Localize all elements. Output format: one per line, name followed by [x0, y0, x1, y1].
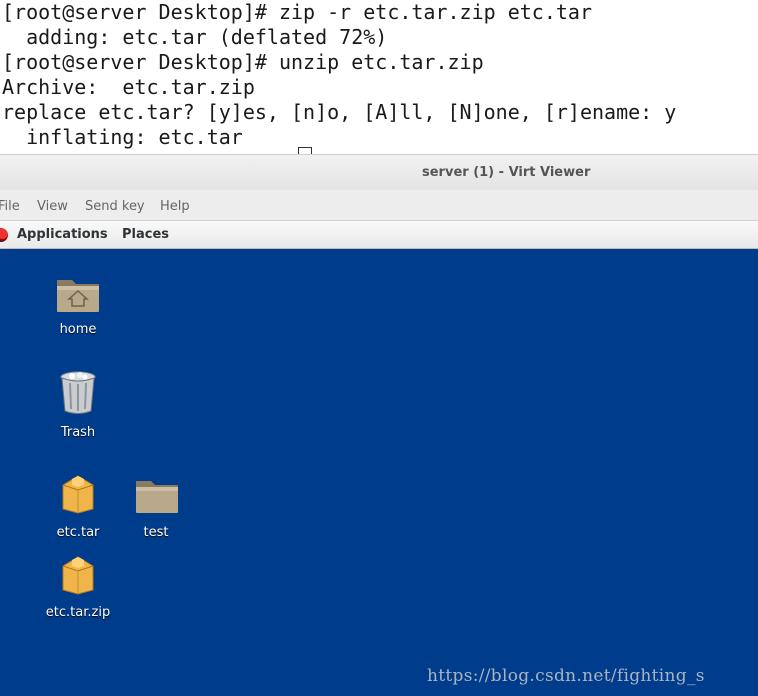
window-titlebar[interactable]: server (1) - Virt Viewer [0, 154, 758, 190]
desktop-icon-test[interactable]: test [106, 473, 206, 543]
home-folder-icon [57, 280, 99, 312]
icon-label: etc.tar.zip [45, 605, 111, 620]
icon-label: Trash [60, 425, 96, 440]
terminal-line: inflating: etc.tar [2, 125, 243, 149]
watermark: https://blog.csdn.net/fighting_s [427, 666, 705, 686]
applications-menu[interactable]: Applications [17, 227, 108, 242]
window-title: server (1) - Virt Viewer [422, 165, 591, 180]
places-menu[interactable]: Places [122, 227, 169, 242]
icon-label: test [143, 525, 169, 540]
terminal-line: [root@server Desktop]# unzip etc.tar.zip [2, 50, 484, 74]
icon-label: home [59, 322, 97, 337]
terminal-cursor [298, 147, 312, 154]
trash-icon [60, 371, 96, 414]
desktop-icon-trash[interactable]: Trash [28, 371, 128, 443]
menu-file[interactable]: File [0, 199, 20, 214]
desktop-icon-etc-tar-zip[interactable]: etc.tar.zip [28, 554, 128, 624]
menu-help[interactable]: Help [160, 199, 190, 214]
terminal-line: adding: etc.tar (deflated 72%) [2, 25, 388, 49]
package-icon [62, 475, 94, 514]
terminal-output[interactable]: [root@server Desktop]# zip -r etc.tar.zi… [0, 0, 758, 154]
folder-icon [136, 481, 178, 513]
menu-view[interactable]: View [37, 199, 68, 214]
menu-send-key[interactable]: Send key [85, 199, 145, 214]
terminal-line: [root@server Desktop]# zip -r etc.tar.zi… [2, 0, 593, 24]
redhat-logo-icon [0, 228, 8, 242]
terminal-line: Archive: etc.tar.zip [2, 75, 255, 99]
gnome-top-panel: Applications Places [0, 221, 758, 249]
desktop-area[interactable]: home Trash etc.tar test etc.tar.zip [0, 249, 758, 696]
virt-viewer-window: server (1) - Virt Viewer File View Send … [0, 154, 758, 696]
desktop-icon-home[interactable]: home [28, 274, 128, 344]
terminal-line: replace etc.tar? [y]es, [n]o, [A]ll, [N]… [2, 100, 677, 124]
package-icon [62, 556, 94, 595]
menu-bar: File View Send key Help [0, 190, 758, 221]
